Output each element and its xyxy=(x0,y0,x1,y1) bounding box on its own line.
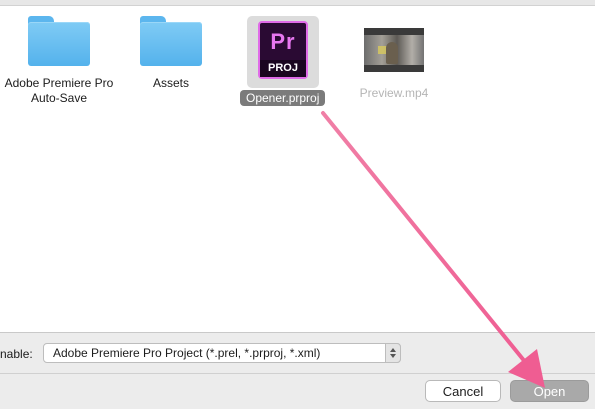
file-name-wrap: Preview.mp4 xyxy=(339,76,449,101)
folder-icon xyxy=(28,16,90,66)
file-item-autosave-folder[interactable]: Adobe Premiere Pro Auto-Save xyxy=(4,16,114,106)
file-name-label-selected: Opener.prproj xyxy=(240,90,326,106)
open-button[interactable]: Open xyxy=(510,380,589,402)
file-type-select[interactable]: Adobe Premiere Pro Project (*.prel, *.pr… xyxy=(43,343,401,363)
enable-label: nable: xyxy=(0,347,33,361)
select-stepper-icon xyxy=(385,343,401,363)
cancel-button[interactable]: Cancel xyxy=(425,380,501,402)
folder-icon xyxy=(140,16,202,66)
file-name-label: Adobe Premiere Pro Auto-Save xyxy=(4,76,114,105)
file-item-assets-folder[interactable]: Assets xyxy=(116,16,226,91)
file-name-label: Assets xyxy=(152,76,189,90)
footer-divider xyxy=(0,373,595,374)
premiere-icon-text: Pr xyxy=(270,29,296,54)
dialog-footer: nable: Adobe Premiere Pro Project (*.pre… xyxy=(0,332,595,409)
premiere-project-icon: Pr PROJ xyxy=(258,21,308,79)
premiere-icon-subtext: PROJ xyxy=(260,60,306,77)
file-name-label: Preview.mp4 xyxy=(359,86,429,100)
file-type-value: Adobe Premiere Pro Project (*.prel, *.pr… xyxy=(53,346,321,360)
video-thumbnail-icon xyxy=(364,28,424,72)
file-browser-grid: Adobe Premiere Pro Auto-Save Assets Pr P… xyxy=(0,6,595,332)
